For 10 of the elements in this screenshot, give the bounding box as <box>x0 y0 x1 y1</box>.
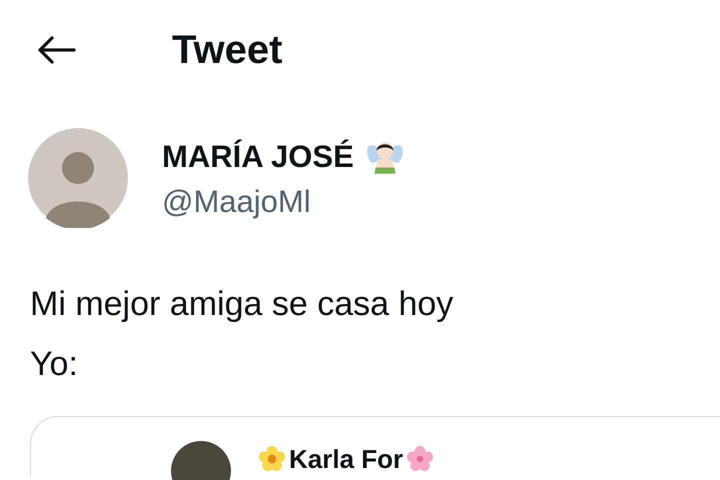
flower-icon <box>407 446 434 472</box>
page-title: Tweet <box>172 28 282 72</box>
author-handle: @MaajoMl <box>162 184 312 220</box>
avatar[interactable] <box>28 128 128 228</box>
flower-icon <box>259 446 285 472</box>
tweet-text: Mi mejor amiga se casa hoy <box>30 284 454 325</box>
back-arrow-icon[interactable] <box>36 35 76 65</box>
author-name: MARÍA JOSÉ <box>162 139 354 175</box>
tweet-text: Yo: <box>30 344 79 385</box>
quoted-author-name: Karla For <box>289 444 404 474</box>
